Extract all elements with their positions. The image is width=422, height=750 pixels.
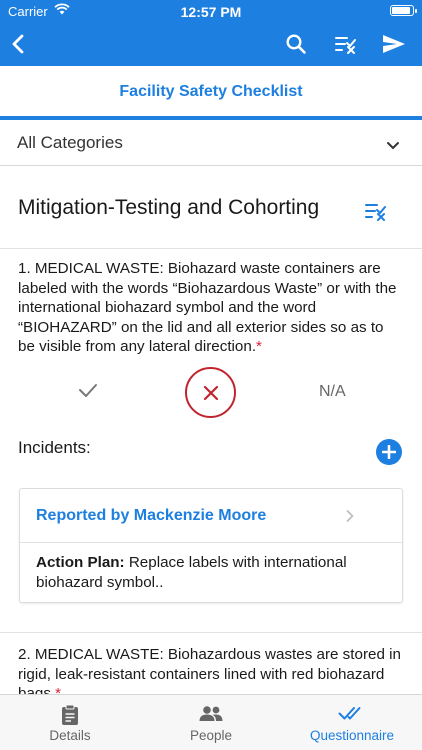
answer-options: N/A [0,366,422,418]
checklist-filter-icon[interactable] [364,200,388,227]
section-divider [0,248,422,249]
tab-label: Details [49,728,91,743]
answer-no-button[interactable] [185,367,236,418]
card-divider [20,542,402,543]
tab-label: People [189,728,233,743]
question-1-text: 1. MEDICAL WASTE: Biohazard waste contai… [18,260,397,356]
send-icon[interactable] [380,30,408,58]
checklist-filter-icon[interactable] [332,30,360,58]
clipboard-icon [60,704,80,731]
search-icon[interactable] [282,30,310,58]
status-bar: Carrier 12:57 PM [0,0,422,22]
action-plan-label: Action Plan: [36,554,125,571]
action-plan: Action Plan: Replace labels with interna… [36,553,386,592]
back-arrow-icon[interactable] [4,30,32,58]
app-header: Carrier 12:57 PM [0,0,422,66]
chevron-right-icon [346,509,354,528]
tab-people[interactable]: People [141,695,281,750]
nav-bar [0,22,422,66]
plus-icon [382,445,396,459]
answer-na-button[interactable]: N/A [319,383,346,401]
section-title: Mitigation-Testing and Cohorting [18,196,320,219]
tab-questionnaire[interactable]: Questionnaire [282,695,422,750]
bottom-tab-bar: Details People Questionnaire [0,694,422,750]
question-text: 1. MEDICAL WASTE: Biohazard waste contai… [18,259,404,357]
reported-by-link[interactable]: Reported by Mackenzie Moore [36,507,266,525]
tab-details[interactable]: Details [0,695,140,750]
incidents-label: Incidents: [18,438,91,457]
page-title: Facility Safety Checklist [119,83,303,100]
double-check-icon [338,704,366,727]
answer-yes-check-icon[interactable] [76,380,100,405]
question-divider [0,632,422,633]
tab-label: Questionnaire [309,728,395,743]
category-select-value: All Categories [17,132,123,152]
required-mark: * [256,338,262,356]
chevron-down-icon [386,136,400,156]
add-incident-button[interactable] [376,439,402,465]
battery-icon [390,5,417,16]
close-icon [203,385,218,400]
clock: 12:57 PM [180,4,242,20]
category-select[interactable]: All Categories [0,120,422,166]
checklist-title-bar: Facility Safety Checklist [0,66,422,118]
people-icon [198,704,224,729]
incident-card[interactable]: Reported by Mackenzie Moore Action Plan:… [19,488,403,603]
